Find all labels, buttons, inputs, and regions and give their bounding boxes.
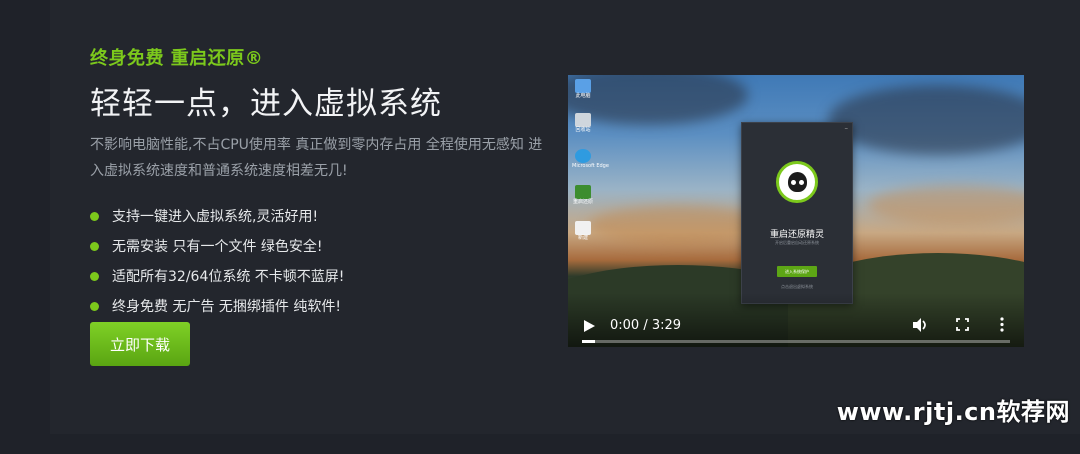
headline: 轻轻一点，进入虚拟系统 [90, 86, 442, 122]
video-player[interactable]: 此电脑 回收站 Microsoft Edge 重启还原 新建 – 重启还原精灵 … [568, 75, 1024, 347]
app-window: – 重启还原精灵 开启后重启自动还原系统 进入系统保护 点击退出虚拟系统 [741, 122, 853, 304]
play-icon[interactable] [584, 320, 595, 332]
file-icon [575, 221, 591, 235]
feature-text: 无需安装 只有一个文件 绿色安全! [112, 239, 323, 255]
recycle-bin-icon [575, 113, 591, 127]
more-options-icon[interactable] [1000, 317, 1004, 332]
download-button[interactable]: 立即下载 [90, 322, 190, 366]
shield-icon [575, 185, 591, 199]
feature-list: 支持一键进入虚拟系统,灵活好用! 无需安装 只有一个文件 绿色安全! 适配所有3… [90, 207, 344, 327]
computer-icon [575, 79, 591, 93]
app-subtitle: 开启后重启自动还原系统 [775, 240, 819, 245]
mascot-logo [776, 161, 818, 203]
desktop-icon-label: 重启还原 [572, 199, 593, 205]
minimize-icon[interactable]: – [845, 124, 849, 132]
eye-shape [799, 180, 804, 185]
feature-text: 适配所有32/64位系统 不卡顿不蓝屏! [112, 269, 345, 285]
cloud-shape [828, 85, 1024, 155]
bullet-dot-icon [90, 272, 99, 281]
app-title: 重启还原精灵 [769, 230, 824, 240]
desktop-icon-label: 回收站 [575, 127, 591, 133]
progress-fill [582, 340, 595, 343]
fullscreen-icon[interactable] [956, 318, 969, 331]
bullet-dot-icon [90, 302, 99, 311]
desktop-icon[interactable]: 此电脑 [572, 79, 594, 100]
desktop-icon[interactable]: 新建 [572, 221, 594, 242]
watermark: www.rjtj.cn软荐网 [836, 398, 1070, 426]
player-controls: 0:00 / 3:29 [568, 293, 1024, 347]
volume-icon[interactable] [912, 317, 928, 333]
feature-item: 无需安装 只有一个文件 绿色安全! [90, 237, 344, 267]
feature-text: 支持一键进入虚拟系统,灵活好用! [112, 209, 319, 225]
desktop-icon-label: Microsoft Edge [572, 163, 609, 169]
feature-text: 终身免费 无广告 无捆绑插件 纯软件! [112, 299, 341, 315]
description: 不影响电脑性能,不占CPU使用率 真正做到零内存占用 全程使用无感知 进入虚拟系… [90, 137, 543, 179]
mascot-face [788, 172, 807, 192]
edge-icon [575, 149, 591, 163]
feature-item: 适配所有32/64位系统 不卡顿不蓝屏! [90, 267, 344, 297]
bullet-dot-icon [90, 242, 99, 251]
feature-item: 支持一键进入虚拟系统,灵活好用! [90, 207, 344, 237]
desktop-icon[interactable]: Microsoft Edge [572, 149, 609, 170]
cloud-shape [568, 75, 748, 125]
tagline: 终身免费 重启还原® [90, 48, 264, 69]
enter-system-button[interactable]: 进入系统保护 [777, 266, 817, 277]
desktop-icon-label: 此电脑 [575, 93, 591, 99]
progress-bar[interactable] [582, 340, 1010, 343]
desktop-icon[interactable]: 重启还原 [572, 185, 594, 206]
time-display: 0:00 / 3:29 [610, 318, 682, 333]
desktop-icon[interactable]: 回收站 [572, 113, 594, 134]
cloud-shape [868, 185, 1024, 225]
desktop-icon-label: 新建 [577, 235, 588, 241]
exit-link[interactable]: 点击退出虚拟系统 [742, 284, 852, 290]
eye-shape [791, 180, 796, 185]
bullet-dot-icon [90, 212, 99, 221]
